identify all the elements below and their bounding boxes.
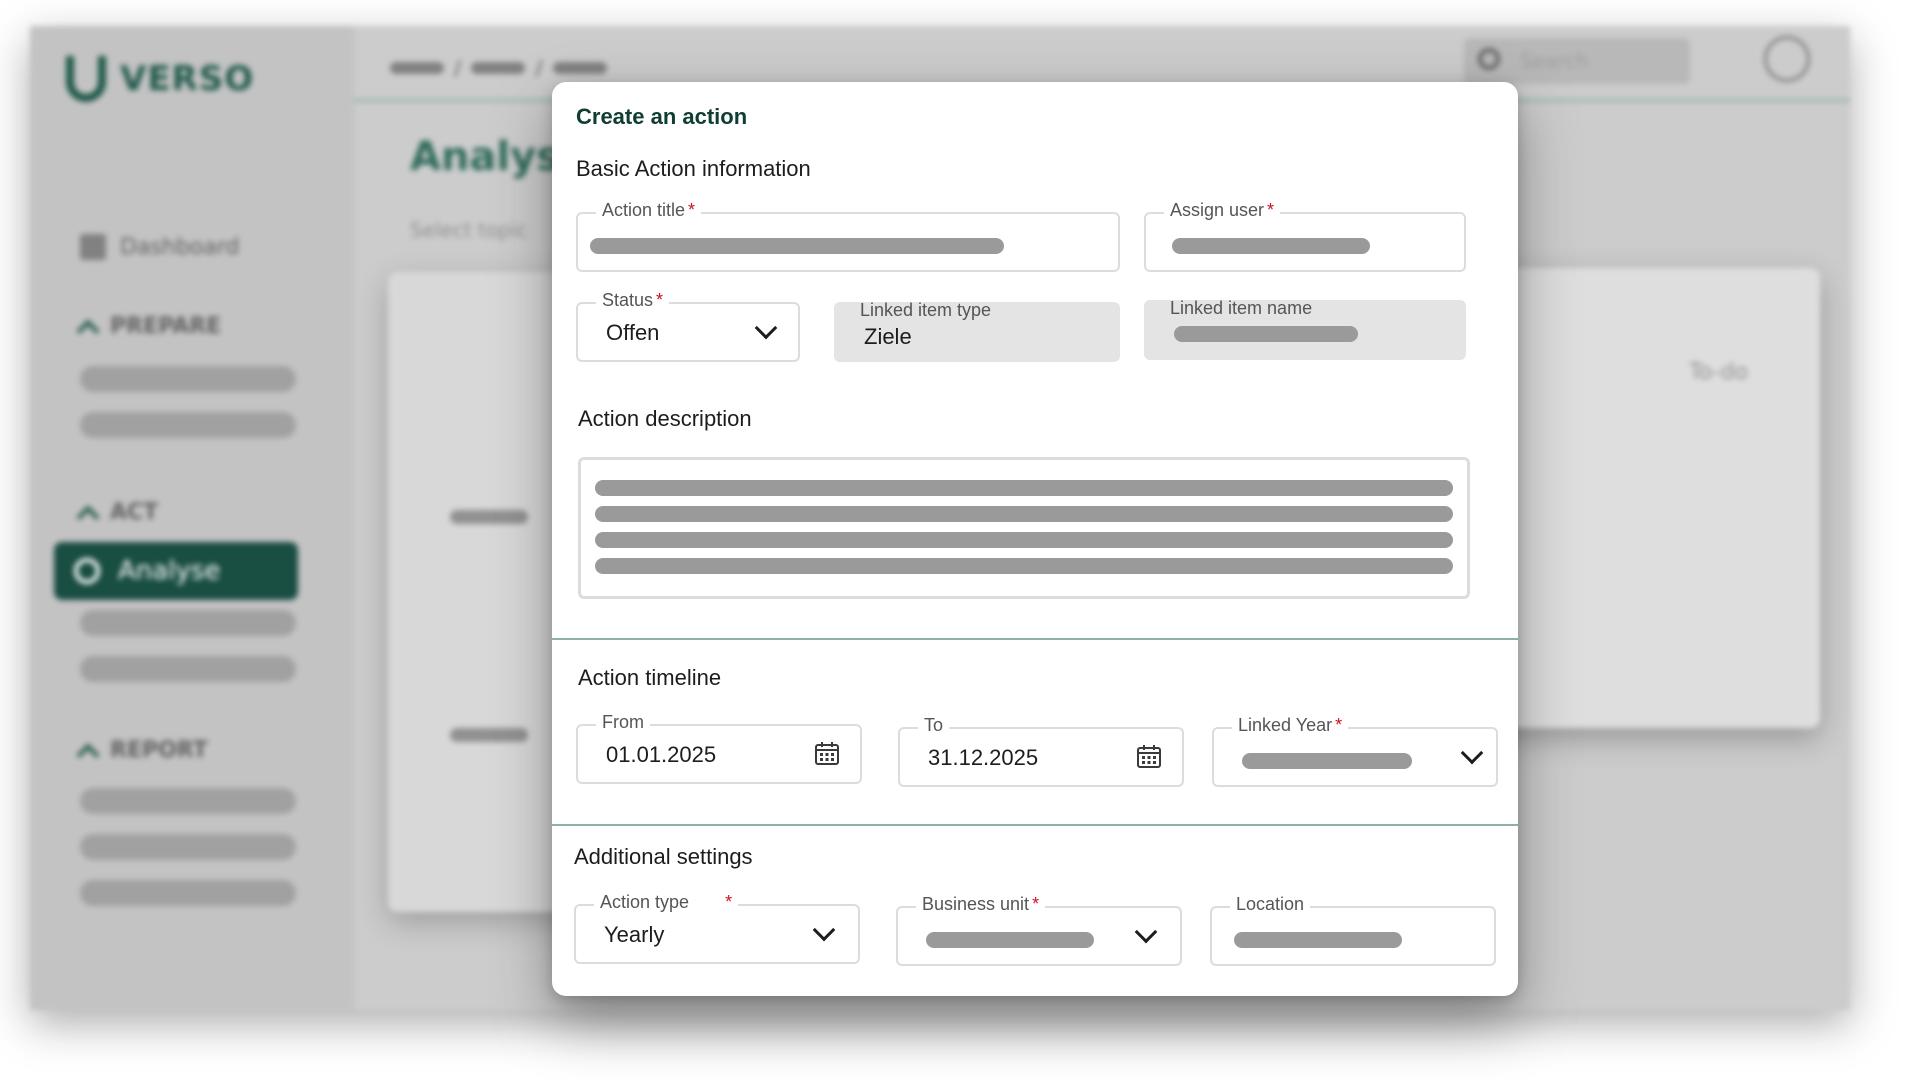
calendar-icon[interactable] — [1136, 745, 1162, 769]
linked-item-type-field: Linked item type Ziele — [834, 300, 1120, 362]
divider — [552, 824, 1518, 826]
calendar-icon[interactable] — [814, 742, 840, 766]
business-unit-label: Business unit * — [916, 894, 1046, 915]
description-text-line — [595, 480, 1453, 496]
description-text-line — [595, 532, 1453, 548]
business-unit-value — [926, 932, 1094, 948]
assign-user-label: Assign user * — [1164, 200, 1281, 221]
action-type-value: Yearly — [604, 922, 665, 947]
location-label: Location — [1230, 894, 1311, 915]
assign-user-value — [1172, 238, 1370, 254]
assign-user-field[interactable]: Assign user * — [1144, 200, 1466, 272]
action-title-value — [590, 238, 1004, 254]
linked-item-name-value — [1174, 326, 1358, 342]
linked-year-select[interactable]: Linked Year * — [1212, 715, 1498, 787]
status-value: Offen — [606, 320, 660, 345]
to-date-field[interactable]: To 31.12.2025 — [898, 715, 1184, 787]
linked-item-type-value: Ziele — [864, 324, 912, 349]
action-title-field[interactable]: Action title * — [576, 200, 1120, 272]
section-additional-heading: Additional settings — [574, 844, 753, 869]
action-type-select[interactable]: Action type * Yearly — [574, 892, 860, 964]
from-date-value: 01.01.2025 — [606, 742, 717, 767]
linked-item-type-label: Linked item type — [860, 300, 992, 320]
to-date-value: 31.12.2025 — [928, 745, 1039, 770]
action-description-textarea[interactable] — [578, 457, 1470, 599]
section-description-heading: Action description — [578, 406, 752, 431]
location-value — [1234, 932, 1402, 948]
from-label: From — [596, 712, 650, 733]
linked-year-label: Linked Year * — [1232, 715, 1349, 736]
divider — [552, 638, 1518, 640]
chevron-down-icon — [754, 316, 778, 340]
linked-year-value — [1242, 753, 1412, 769]
chevron-down-icon — [1134, 920, 1158, 944]
chevron-down-icon — [1460, 741, 1484, 765]
status-label: Status * — [596, 290, 670, 311]
chevron-down-icon — [812, 918, 836, 942]
to-label: To — [918, 715, 950, 736]
action-title-label: Action title * — [596, 200, 702, 221]
status-select[interactable]: Status * Offen — [576, 290, 800, 362]
dialog-title: Create an action — [576, 104, 748, 129]
section-basic-heading: Basic Action information — [576, 156, 811, 181]
screen: VERSO Dashboard PREPARE ACT Analyse REPO… — [0, 0, 1921, 1081]
description-text-line — [595, 506, 1453, 522]
section-timeline-heading: Action timeline — [578, 665, 722, 690]
business-unit-select[interactable]: Business unit * — [896, 894, 1182, 966]
action-type-label: Action type * — [594, 892, 739, 913]
location-field[interactable]: Location — [1210, 894, 1496, 966]
create-action-dialog: Create an action Basic Action informatio… — [552, 82, 1518, 996]
description-text-line — [595, 558, 1453, 574]
linked-item-name-label: Linked item name — [1170, 298, 1313, 318]
linked-item-name-field: Linked item name — [1144, 298, 1466, 360]
from-date-field[interactable]: From 01.01.2025 — [576, 712, 862, 784]
